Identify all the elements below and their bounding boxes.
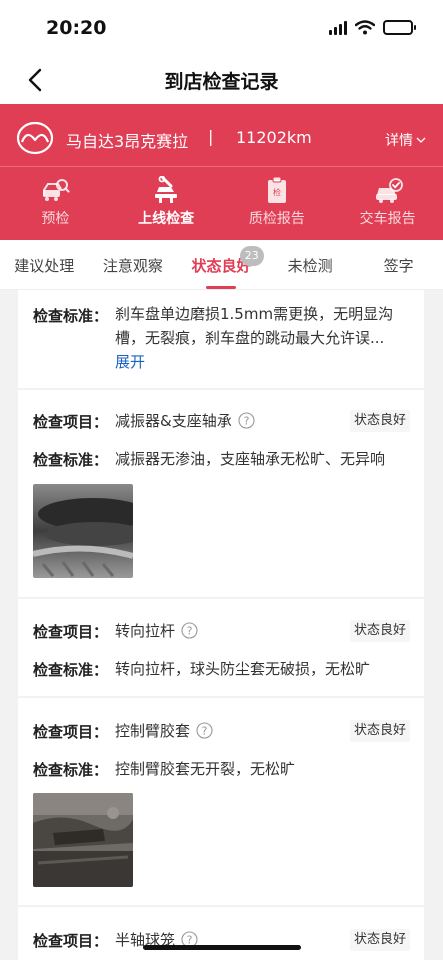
inspection-photo[interactable] — [33, 793, 133, 887]
standard-line: 刹车盘单边磨损1.5mm需更换，无明显沟 — [115, 305, 394, 323]
stage-nav: 预检 上线检查 检 质检报告 交车报告 — [0, 176, 443, 236]
tab-watch[interactable]: 注意观察 — [89, 240, 178, 289]
standard-label: 检查标准： — [33, 307, 109, 325]
nav-bar: 到店检查记录 — [0, 56, 443, 104]
detail-label: 详情 — [385, 133, 413, 149]
count-badge: 23 — [239, 246, 264, 266]
svg-text:检: 检 — [273, 187, 281, 197]
item-name-text: 转向拉杆 — [115, 622, 176, 640]
svg-text:?: ? — [187, 625, 193, 638]
car-mileage: 11202km — [236, 128, 312, 147]
wifi-icon — [355, 20, 375, 35]
standard-label: 检查标准： — [33, 451, 109, 469]
standard-label: 检查标准： — [33, 761, 109, 779]
item-label: 检查项目： — [33, 932, 109, 950]
svg-text:?: ? — [243, 415, 249, 428]
detail-link[interactable]: 详情 — [385, 130, 426, 150]
svg-text:?: ? — [202, 725, 208, 738]
inspection-list: 检查标准： 刹车盘单边磨损1.5mm需更换，无明显沟 槽，无裂痕，刹车盘的跳动最… — [0, 290, 443, 960]
inspection-card: 检查项目： 减振器&支座轴承? 状态良好 检查标准： 减振器无渗油，支座轴承无松… — [18, 390, 424, 597]
standard-text: 控制臂胶套无开裂，无松旷 — [115, 760, 296, 778]
home-indicator[interactable] — [143, 945, 301, 950]
status-time: 20:20 — [46, 17, 107, 39]
battery-icon — [383, 20, 416, 35]
item-name-text: 控制臂胶套 — [115, 722, 191, 740]
stage-label: 质检报告 — [248, 211, 305, 227]
stage-precheck[interactable]: 预检 — [0, 176, 111, 236]
inspection-card: 检查标准： 刹车盘单边磨损1.5mm需更换，无明显沟 槽，无裂痕，刹车盘的跳动最… — [18, 290, 424, 388]
inspection-card: 检查项目： 半轴球笼? 状态良好 — [18, 907, 424, 960]
stage-label: 交车报告 — [359, 211, 416, 227]
status-badge: 状态良好 — [349, 720, 410, 742]
car-model: 马自达3昂克赛拉 — [66, 132, 189, 151]
page-title: 到店检查记录 — [164, 71, 279, 93]
vehicle-info-row: 马自达3昂克赛拉 | 11202km 详情 — [0, 118, 443, 158]
stage-label: 预检 — [41, 211, 70, 227]
help-icon[interactable]: ? — [238, 412, 255, 429]
item-label: 检查项目： — [33, 723, 109, 741]
clipboard-icon: 检 — [267, 176, 286, 203]
car-search-icon — [43, 179, 70, 201]
status-icons — [329, 20, 416, 35]
stage-lift-check[interactable]: 上线检查 — [111, 176, 222, 236]
standard-line: 槽，无裂痕，刹车盘的跳动最大允许误... — [115, 329, 385, 347]
standard-text: 转向拉杆，球头防尘套无破损，无松旷 — [115, 660, 371, 678]
inspection-card: 检查项目： 转向拉杆? 状态良好 检查标准： 转向拉杆，球头防尘套无破损，无松旷 — [18, 599, 424, 696]
standard-text: 减振器无渗油，支座轴承无松旷、无异响 — [115, 450, 386, 468]
status-badge: 状态良好 — [349, 620, 410, 642]
status-bar: 20:20 — [0, 0, 443, 56]
help-icon[interactable]: ? — [181, 622, 198, 639]
status-badge: 状态良好 — [349, 410, 410, 432]
vehicle-header: 马自达3昂克赛拉 | 11202km 详情 预检 上线检查 检 质检报告 交车报… — [0, 104, 443, 240]
signal-icon — [329, 20, 347, 35]
chevron-down-icon — [416, 137, 426, 143]
standard-text: 刹车盘单边磨损1.5mm需更换，无明显沟 槽，无裂痕，刹车盘的跳动最大允许误..… — [115, 302, 411, 374]
stage-delivery-report[interactable]: 交车报告 — [332, 176, 443, 236]
result-tabs: 建议处理 注意观察 状态良好 23 未检测 签字 — [0, 240, 443, 290]
item-label: 检查项目： — [33, 413, 109, 431]
stage-qc-report[interactable]: 检 质检报告 — [222, 176, 333, 236]
tab-suggested[interactable]: 建议处理 — [0, 240, 89, 289]
inspection-photo[interactable] — [33, 484, 133, 578]
inspection-card: 检查项目： 控制臂胶套? 状态良好 检查标准： 控制臂胶套无开裂，无松旷 — [18, 698, 424, 905]
expand-link[interactable]: 展开 — [115, 350, 411, 374]
help-icon[interactable]: ? — [196, 722, 213, 739]
item-label: 检查项目： — [33, 623, 109, 641]
item-name: 转向拉杆? — [115, 619, 198, 643]
stage-label: 上线检查 — [138, 211, 195, 227]
item-name: 控制臂胶套? — [115, 719, 213, 743]
item-name: 减振器&支座轴承? — [115, 409, 255, 433]
mazda-logo-icon — [16, 121, 54, 155]
tab-untested[interactable]: 未检测 — [266, 240, 355, 289]
standard-label: 检查标准： — [33, 661, 109, 679]
header-divider — [0, 166, 443, 167]
status-badge: 状态良好 — [349, 929, 410, 951]
item-name-text: 减振器&支座轴承 — [115, 412, 232, 430]
separator: | — [208, 127, 214, 146]
tab-good[interactable]: 状态良好 23 — [177, 240, 266, 289]
lift-check-icon — [155, 176, 178, 203]
tab-sign[interactable]: 签字 — [354, 240, 443, 289]
car-check-icon — [375, 178, 403, 203]
